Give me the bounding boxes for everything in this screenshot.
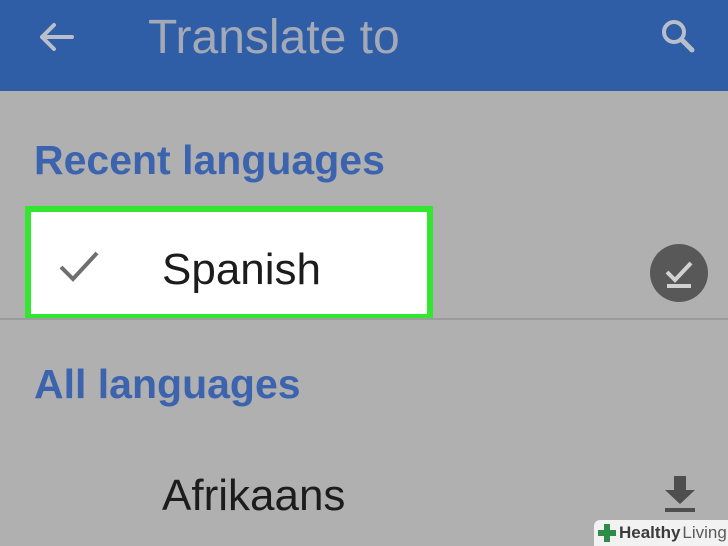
page-title: Translate to <box>148 11 400 64</box>
watermark-word-1: Healthy <box>619 523 681 542</box>
download-button[interactable] <box>658 472 702 516</box>
language-item-spanish[interactable]: Spanish <box>0 206 728 320</box>
search-icon <box>662 20 695 53</box>
search-button[interactable] <box>650 10 706 62</box>
download-icon <box>665 476 695 512</box>
all-languages-heading: All languages <box>34 361 301 407</box>
app-bar: Translate to <box>0 0 728 91</box>
downloaded-check-icon <box>665 261 693 288</box>
plus-logo-icon <box>598 524 616 542</box>
back-button[interactable] <box>28 14 84 60</box>
watermark-word-2: Living <box>682 523 727 542</box>
watermark: Healthy Living <box>594 520 728 546</box>
downloaded-button[interactable] <box>650 244 708 302</box>
section-divider <box>0 318 728 320</box>
language-label: Afrikaans <box>162 471 346 520</box>
arrow-left-icon <box>40 23 74 51</box>
check-icon <box>59 251 99 282</box>
recent-languages-heading: Recent languages <box>34 137 385 183</box>
language-label: Spanish <box>162 245 322 294</box>
